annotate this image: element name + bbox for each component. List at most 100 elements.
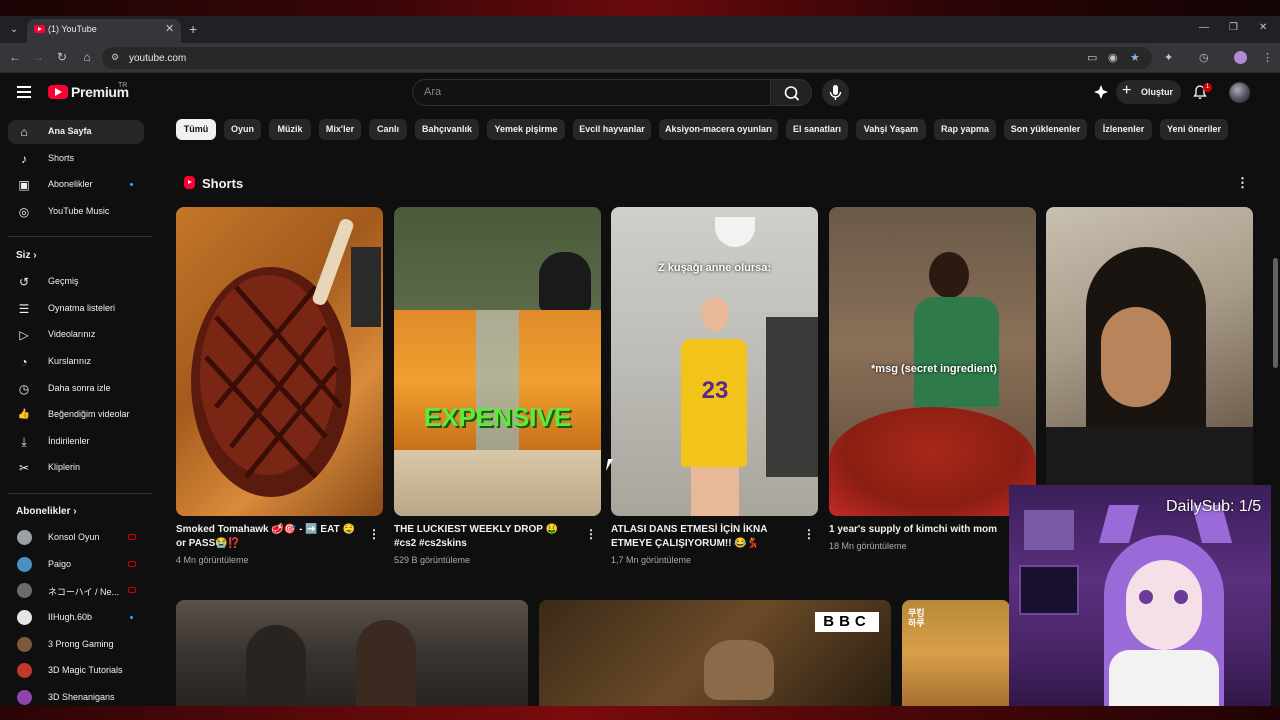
home-page-icon[interactable]: ⌂ bbox=[80, 50, 94, 64]
sidebar-item-label: Kliplerin bbox=[48, 462, 81, 472]
vtuber-eye bbox=[1174, 590, 1188, 604]
profile-avatar-icon[interactable] bbox=[1234, 51, 1247, 64]
chip-live[interactable]: Canlı bbox=[369, 119, 407, 140]
tab-search-icon[interactable]: ⌄ bbox=[6, 22, 22, 38]
chip-rap[interactable]: Rap yapma bbox=[934, 119, 996, 140]
thumbnail-overlay-text: *msg (secret ingredient) bbox=[871, 363, 997, 375]
sidebar-item-clips[interactable]: ✂ Kliplerin bbox=[8, 456, 144, 480]
sidebar-item-label: Abonelikler bbox=[48, 179, 93, 189]
back-icon[interactable]: ← bbox=[8, 50, 22, 64]
menu-icon[interactable] bbox=[17, 86, 31, 98]
reload-icon[interactable]: ↻ bbox=[55, 50, 69, 64]
sparkle-icon[interactable] bbox=[1093, 84, 1109, 100]
short-thumbnail[interactable] bbox=[176, 207, 383, 516]
account-avatar[interactable] bbox=[1229, 82, 1250, 103]
chip-cooking[interactable]: Yemek pişirme bbox=[487, 119, 565, 140]
sidebar-item-subscription[interactable]: 3 Prong Gaming bbox=[8, 633, 144, 657]
sidebar-item-subscriptions[interactable]: ▣ Abonelikler bbox=[8, 173, 144, 197]
short-title[interactable]: 1 year's supply of kimchi with mom bbox=[829, 523, 1014, 537]
chip-gardening[interactable]: Bahçıvanlık bbox=[415, 119, 479, 140]
chip-mixes[interactable]: Mix'ler bbox=[319, 119, 361, 140]
face bbox=[1101, 307, 1171, 407]
shorts-icon: ♪ bbox=[21, 152, 27, 166]
channel-avatar bbox=[17, 610, 32, 625]
sidebar-item-courses[interactable]: ◔ Kurslarınız bbox=[8, 350, 144, 374]
sidebar-item-downloads[interactable]: ⤓ İndirilenler bbox=[8, 430, 144, 454]
sidebar-item-subscription[interactable]: Konsol Oyun bbox=[8, 526, 144, 550]
sidebar-item-your-videos[interactable]: ▷ Videolarınız bbox=[8, 323, 144, 347]
short-thumbnail[interactable]: Z kuşağı anne olursa: 23 bbox=[611, 207, 818, 516]
sidebar-item-subscription[interactable]: ネコーハイ / Ne... bbox=[8, 579, 144, 603]
eye-off-icon[interactable]: ◉ bbox=[1108, 51, 1118, 64]
sidebar-item-shorts[interactable]: ♪ Shorts bbox=[8, 147, 144, 171]
monitor bbox=[1019, 565, 1079, 615]
sidebar-item-label: 3D Shenanigans bbox=[48, 692, 115, 702]
short-title[interactable]: Smoked Tomahawk 🥩🎯 - ➡️ EAT 🤤 or PASS😭⁉️ bbox=[176, 523, 361, 551]
sidebar-item-subscription[interactable]: Paigo bbox=[8, 553, 144, 577]
site-info-icon[interactable]: ⚙ bbox=[111, 52, 121, 62]
new-tab-button[interactable]: + bbox=[189, 21, 197, 37]
sidebar-item-youtube-music[interactable]: ◎ YouTube Music bbox=[8, 200, 144, 224]
live-indicator-icon bbox=[128, 534, 136, 540]
sidebar-divider bbox=[8, 493, 152, 494]
forward-icon[interactable]: → bbox=[31, 50, 45, 64]
sidebar-item-watch-later[interactable]: ◷ Daha sonra izle bbox=[8, 377, 144, 401]
short-thumbnail[interactable]: *msg (secret ingredient) bbox=[829, 207, 1036, 516]
short-menu-icon[interactable]: ⋮ bbox=[368, 527, 380, 541]
history-clock-icon[interactable]: ◷ bbox=[1199, 51, 1209, 64]
address-bar[interactable] bbox=[102, 47, 1152, 69]
sidebar-item-liked-videos[interactable]: 👍 Beğendiğim videolar bbox=[8, 403, 144, 427]
close-tab-icon[interactable]: ✕ bbox=[165, 22, 174, 35]
short-thumbnail[interactable]: EXPENSIVE bbox=[394, 207, 601, 516]
short-title[interactable]: ATLASI DANS ETMESİ İÇİN İKNA ETMEYE ÇALI… bbox=[611, 523, 796, 551]
chip-action-adventure[interactable]: Aksiyon-macera oyunları bbox=[659, 119, 778, 140]
sidebar-item-subscription[interactable]: IIHugh.60b bbox=[8, 606, 144, 630]
bookmark-star-icon[interactable]: ★ bbox=[1130, 51, 1140, 64]
chip-gaming[interactable]: Oyun bbox=[224, 119, 261, 140]
search-button[interactable] bbox=[770, 79, 812, 106]
video-thumbnail[interactable]: 쿠킹 하루 bbox=[902, 600, 1010, 706]
sidebar-item-home[interactable]: ⌂ Ana Sayfa bbox=[8, 120, 144, 144]
chip-all[interactable]: Tümü bbox=[176, 119, 216, 140]
chip-recently-uploaded[interactable]: Son yüklenenler bbox=[1004, 119, 1087, 140]
browser-menu-icon[interactable]: ⋮ bbox=[1262, 51, 1273, 64]
you-section-heading[interactable]: Siz › bbox=[16, 250, 37, 261]
more-options-icon[interactable]: ⋮ bbox=[1236, 175, 1249, 191]
short-thumbnail[interactable] bbox=[1046, 207, 1253, 516]
chip-music[interactable]: Müzik bbox=[269, 119, 311, 140]
page-scrollbar[interactable] bbox=[1271, 114, 1280, 706]
minimize-button[interactable]: — bbox=[1199, 22, 1209, 33]
tab-title: (1) YouTube bbox=[48, 24, 97, 34]
video-thumbnail[interactable]: BBC bbox=[539, 600, 891, 706]
close-window-button[interactable]: ✕ bbox=[1259, 22, 1267, 33]
chip-new-to-you[interactable]: Yeni öneriler bbox=[1160, 119, 1228, 140]
streamer-camera-overlay bbox=[1009, 485, 1280, 720]
sidebar-item-playlists[interactable]: ☰ Oynatma listeleri bbox=[8, 297, 144, 321]
sidebar-item-history[interactable]: ↺ Geçmiş bbox=[8, 270, 144, 294]
chip-wildlife[interactable]: Vahşi Yaşam bbox=[856, 119, 926, 140]
your-videos-icon: ▷ bbox=[19, 328, 29, 342]
short-views: 4 Mn görüntüleme bbox=[176, 555, 249, 565]
new-content-dot bbox=[130, 183, 133, 186]
chip-crafts[interactable]: El sanatları bbox=[786, 119, 848, 140]
chevron-right-icon: › bbox=[73, 506, 77, 517]
search-box[interactable] bbox=[412, 79, 770, 106]
cast-icon[interactable]: ▭ bbox=[1087, 51, 1097, 64]
subscriptions-section-heading[interactable]: Abonelikler › bbox=[16, 506, 77, 517]
chip-pets[interactable]: Evcil hayvanlar bbox=[573, 119, 651, 140]
short-menu-icon[interactable]: ⋮ bbox=[585, 527, 597, 541]
short-title[interactable]: THE LUCKIEST WEEKLY DROP 🤑 #cs2 #cs2skin… bbox=[394, 523, 579, 551]
short-menu-icon[interactable]: ⋮ bbox=[803, 527, 815, 541]
extensions-icon[interactable]: ✦ bbox=[1164, 51, 1173, 64]
voice-search-button[interactable] bbox=[822, 79, 849, 106]
video-thumbnail[interactable] bbox=[176, 600, 528, 706]
chip-watched[interactable]: İzlenenler bbox=[1095, 119, 1152, 140]
search-input[interactable]: Ara bbox=[424, 86, 441, 98]
youtube-logo-icon[interactable] bbox=[48, 85, 68, 99]
sidebar-item-subscription[interactable]: 3D Magic Tutorials bbox=[8, 659, 144, 683]
restore-button[interactable]: ❐ bbox=[1229, 22, 1238, 33]
scrollbar-thumb[interactable] bbox=[1273, 258, 1278, 368]
url-text[interactable]: youtube.com bbox=[129, 53, 186, 64]
watch-later-icon: ◷ bbox=[18, 382, 30, 396]
sidebar-item-label: Kurslarınız bbox=[48, 356, 92, 366]
